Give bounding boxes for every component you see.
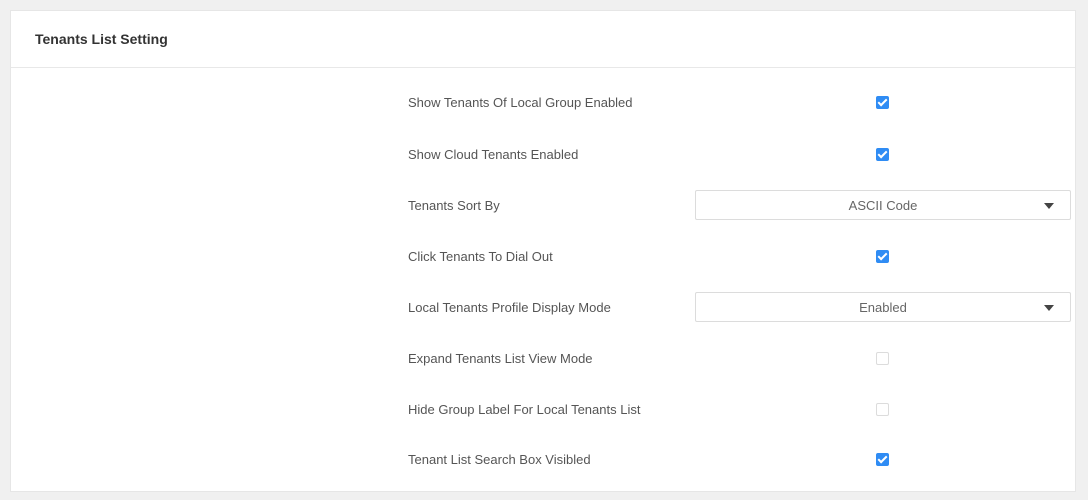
expand-view-mode-checkbox[interactable] (876, 351, 889, 365)
setting-row-sort-by: Tenants Sort By ASCII Code (11, 189, 1075, 221)
setting-row-expand-view-mode: Expand Tenants List View Mode (11, 342, 1075, 374)
search-box-visible-checkbox[interactable] (876, 452, 889, 466)
setting-row-search-box-visible: Tenant List Search Box Visibled (11, 443, 1075, 475)
panel-header: Tenants List Setting (11, 11, 1075, 68)
show-cloud-label: Show Cloud Tenants Enabled (408, 146, 579, 162)
caret-down-icon (1044, 203, 1054, 209)
hide-group-label-label: Hide Group Label For Local Tenants List (408, 401, 641, 417)
tenants-list-setting-panel: Tenants List Setting Show Tenants Of Loc… (10, 10, 1076, 492)
setting-row-profile-display-mode: Local Tenants Profile Display Mode Enabl… (11, 291, 1075, 323)
caret-down-icon (1044, 305, 1054, 311)
setting-row-hide-group-label: Hide Group Label For Local Tenants List (11, 393, 1075, 425)
show-local-group-label: Show Tenants Of Local Group Enabled (408, 94, 633, 110)
profile-display-mode-value: Enabled (859, 299, 907, 315)
click-dial-out-checkbox[interactable] (876, 249, 889, 263)
sort-by-value: ASCII Code (848, 197, 918, 213)
show-cloud-checkbox[interactable] (876, 147, 889, 161)
setting-row-show-cloud: Show Cloud Tenants Enabled (11, 138, 1075, 170)
hide-group-label-checkbox[interactable] (876, 402, 889, 416)
profile-display-mode-select[interactable]: Enabled (695, 292, 1071, 322)
click-dial-out-label: Click Tenants To Dial Out (408, 248, 553, 264)
setting-row-show-local-group: Show Tenants Of Local Group Enabled (11, 86, 1075, 118)
sort-by-label: Tenants Sort By (408, 197, 500, 213)
search-box-visible-label: Tenant List Search Box Visibled (408, 451, 591, 467)
expand-view-mode-label: Expand Tenants List View Mode (408, 350, 593, 366)
panel-title: Tenants List Setting (35, 31, 168, 47)
profile-display-mode-label: Local Tenants Profile Display Mode (408, 299, 611, 315)
setting-row-click-dial-out: Click Tenants To Dial Out (11, 240, 1075, 272)
show-local-group-checkbox[interactable] (876, 95, 889, 109)
sort-by-select[interactable]: ASCII Code (695, 190, 1071, 220)
